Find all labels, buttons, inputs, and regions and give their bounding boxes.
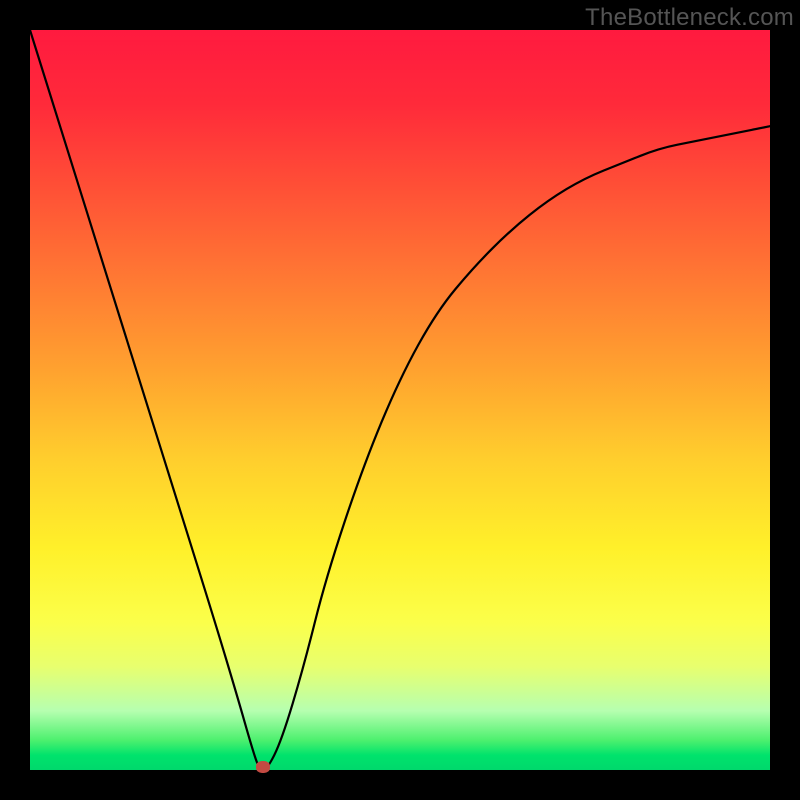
curve-svg — [30, 30, 770, 770]
chart-frame: TheBottleneck.com — [0, 0, 800, 800]
watermark-text: TheBottleneck.com — [585, 4, 794, 32]
plot-area — [30, 30, 770, 770]
min-marker — [256, 761, 270, 773]
bottleneck-curve — [30, 30, 770, 770]
